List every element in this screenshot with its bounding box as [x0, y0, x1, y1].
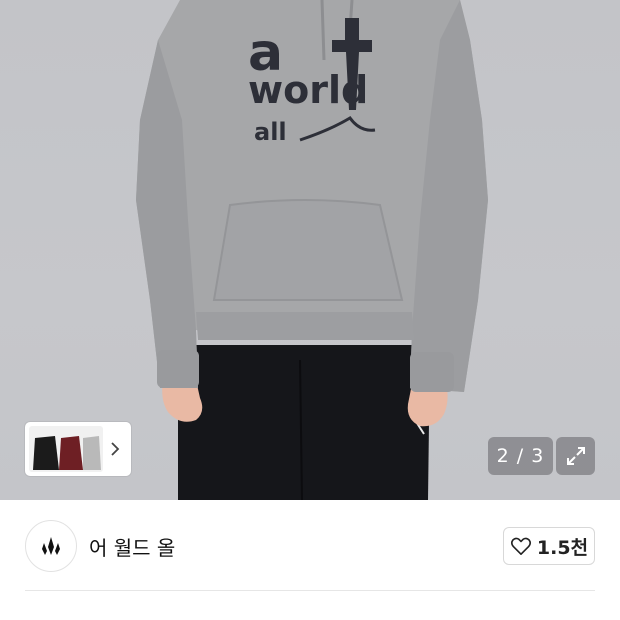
flame-crown-icon — [42, 537, 60, 555]
image-page-counter: 2 / 3 — [488, 437, 553, 475]
brand-logo[interactable] — [25, 520, 77, 572]
like-button[interactable]: 1.5천 — [503, 527, 595, 565]
heart-outline-icon — [510, 537, 531, 555]
expand-image-button[interactable] — [556, 437, 595, 475]
like-count: 1.5천 — [536, 536, 589, 559]
color-thumbnail-image[interactable] — [29, 426, 103, 472]
divider — [25, 590, 595, 591]
color-thumbnail-strip[interactable] — [25, 422, 131, 476]
chevron-right-icon[interactable] — [103, 426, 127, 472]
print-graphic-all: all — [254, 118, 287, 146]
expand-arrows-icon — [566, 447, 585, 465]
brand-name[interactable]: 어 월드 올 — [89, 532, 175, 561]
brand-info-row: 어 월드 올 1.5천 — [0, 500, 620, 592]
product-image-gallery[interactable]: a world all 2 / 3 — [0, 0, 620, 500]
